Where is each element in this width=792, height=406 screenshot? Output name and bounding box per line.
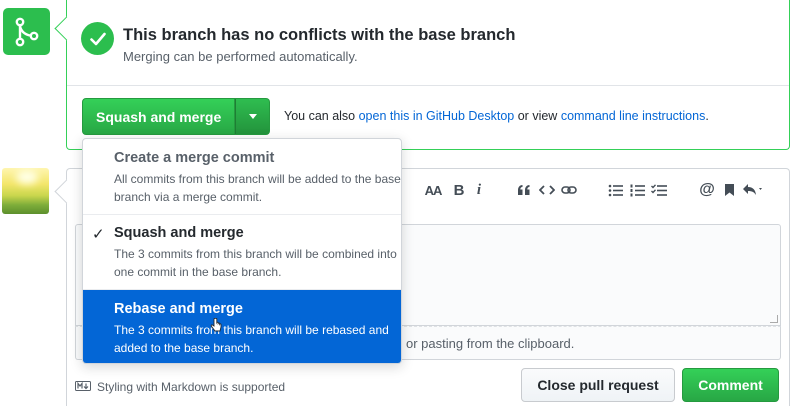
merge-method-menu: Create a merge commit All commits from t… — [82, 138, 402, 364]
code-icon[interactable] — [536, 179, 558, 201]
markdown-icon — [75, 380, 91, 394]
merge-status-subtitle: Merging can be performed automatically. — [123, 49, 358, 64]
markdown-help[interactable]: Styling with Markdown is supported — [75, 380, 285, 394]
merge-panel: This branch has no conflicts with the ba… — [66, 0, 790, 150]
mention-icon[interactable]: @ — [696, 179, 718, 201]
git-merge-icon — [3, 8, 50, 55]
option-title: Squash and merge — [114, 225, 244, 241]
markdown-toolbar: AA B i @ — [422, 179, 766, 201]
caret-down-icon — [248, 114, 257, 119]
link-icon[interactable] — [558, 179, 580, 201]
numbered-list-icon[interactable] — [626, 179, 648, 201]
option-description: The 3 commits from this branch will be r… — [114, 323, 389, 355]
bookmark-icon[interactable] — [718, 179, 740, 201]
reply-icon[interactable] — [740, 179, 766, 201]
squash-and-merge-button[interactable]: Squash and merge — [82, 98, 236, 135]
merge-option-create-merge-commit[interactable]: Create a merge commit All commits from t… — [83, 139, 401, 215]
merge-option-rebase-and-merge[interactable]: Rebase and merge The 3 commits from this… — [83, 290, 401, 363]
merge-method-dropdown-toggle[interactable] — [235, 98, 271, 135]
command-line-instructions-link[interactable]: command line instructions — [561, 109, 706, 123]
task-list-icon[interactable] — [648, 179, 670, 201]
quote-icon[interactable] — [512, 179, 536, 201]
option-title: Rebase and merge — [114, 301, 243, 317]
check-icon — [81, 22, 114, 55]
resize-handle[interactable] — [770, 315, 778, 323]
merge-status: This branch has no conflicts with the ba… — [67, 0, 789, 86]
italic-button[interactable]: i — [470, 179, 488, 201]
option-title: Create a merge commit — [114, 150, 275, 166]
attach-hint: or pasting from the clipboard. — [406, 336, 575, 351]
merge-option-squash-and-merge[interactable]: ✓ Squash and merge The 3 commits from th… — [83, 215, 401, 290]
merge-status-title: This branch has no conflicts with the ba… — [123, 26, 516, 44]
pointer-cursor-icon — [210, 317, 222, 339]
open-in-desktop-link[interactable]: open this in GitHub Desktop — [359, 109, 515, 123]
merge-button-group: Squash and merge — [82, 98, 271, 135]
bullet-list-icon[interactable] — [604, 179, 626, 201]
option-description: All commits from this branch will be add… — [114, 172, 401, 204]
bold-button[interactable]: B — [448, 179, 470, 201]
avatar[interactable] — [2, 168, 49, 214]
header-button[interactable]: AA — [422, 179, 444, 201]
alternative-merge-text: You can also open this in GitHub Desktop… — [284, 109, 709, 123]
close-pull-request-button[interactable]: Close pull request — [521, 368, 675, 402]
option-description: The 3 commits from this branch will be c… — [114, 247, 397, 279]
markdown-help-text: Styling with Markdown is supported — [97, 380, 286, 394]
comment-button[interactable]: Comment — [682, 368, 779, 402]
checkmark-icon: ✓ — [92, 226, 105, 243]
